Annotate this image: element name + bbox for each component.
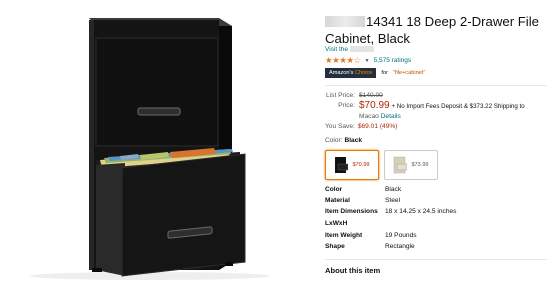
file-cabinet-image[interactable] [0, 0, 306, 283]
color-option-putty[interactable]: $73.99 [384, 150, 438, 180]
ratings-count-link[interactable]: 5,575 ratings [374, 57, 412, 64]
rating-row: ★★★★☆ ▼ 5,575 ratings [325, 55, 411, 66]
color-option-price: $70.99 [352, 162, 370, 168]
list-price-label: List Price: [326, 92, 355, 99]
shipping-place: Macao [359, 113, 379, 120]
spec-value: Steel [385, 197, 401, 205]
price-row: Price: $70.99 + No Import Fees Deposit & … [325, 101, 554, 112]
color-selected: Black [344, 137, 363, 144]
color-option-black[interactable]: $70.99 [325, 150, 379, 180]
color-selector-label: Color: Black [325, 137, 362, 144]
amazons-choice-row: Amazon's Choice for "file+cabinet" [325, 68, 425, 78]
color-option-price: $73.99 [411, 162, 429, 168]
divider [325, 85, 547, 86]
spec-row: Color Black [325, 184, 456, 195]
spec-value: Black [385, 186, 402, 193]
price-value: $70.99 [359, 100, 390, 111]
amazons-choice-badge: Amazon's Choice [325, 68, 377, 78]
spec-key: Color [325, 186, 343, 193]
badge-choice-text: Choice [354, 70, 373, 76]
redacted-brand [325, 16, 365, 27]
spec-key: Material [325, 197, 350, 205]
star-rating-icon[interactable]: ★★★★☆ [325, 55, 361, 66]
you-save-value: $69.01 (49%) [357, 123, 398, 130]
visit-prefix: Visit the [325, 46, 349, 53]
you-save-label: You Save: [325, 123, 355, 130]
spec-row: Shape Rectangle [325, 241, 456, 252]
choice-keyword-link[interactable]: "file+cabinet" [393, 70, 425, 76]
redacted-store [349, 46, 374, 52]
shipping-place-row: Macao Details [325, 112, 554, 122]
details-link[interactable]: Details [381, 113, 401, 120]
spec-value: 19 Pounds [385, 231, 417, 239]
black-cabinet-thumbnail-icon [335, 157, 349, 173]
spec-key: Shape [325, 243, 345, 251]
spec-row: Item Weight 19 Pounds [325, 230, 456, 241]
product-image-area[interactable] [0, 0, 306, 283]
spec-key: Item Dimensions LxWxH [325, 208, 378, 227]
price-block: List Price: $140.00 Price: $70.99 + No Imp… [325, 91, 554, 132]
spec-row: Item Dimensions LxWxH 18 x 14.25 x 24.5 i… [325, 206, 456, 228]
chevron-down-icon[interactable]: ▼ [365, 58, 370, 64]
badge-amazon-text: Amazon's [329, 70, 354, 76]
spec-value: 18 x 14.25 x 24.5 inches [385, 208, 457, 216]
color-label: Color: [325, 137, 343, 144]
spec-row: Material Steel [325, 195, 456, 206]
divider [325, 259, 547, 260]
product-title: 14341 18 Deep 2-Drawer File Cabinet, Bla… [325, 13, 554, 47]
spec-key: Item Weight [325, 231, 363, 239]
about-heading: About this item [325, 266, 381, 275]
product-info-panel: 14341 18 Deep 2-Drawer File Cabinet, Bla… [325, 0, 554, 283]
choice-for-text: for [381, 70, 388, 76]
you-save-row: You Save: $69.01 (49%) [325, 122, 554, 132]
visit-store-link[interactable]: Visit the [325, 46, 374, 53]
price-label: Price: [338, 102, 355, 109]
specs-table: Color Black Material Steel Item Dimensions… [325, 184, 456, 252]
spec-value: Rectangle [385, 243, 415, 251]
putty-cabinet-thumbnail-icon [394, 156, 408, 174]
shipping-text: + No Import Fees Deposit & $373.22 Shipp… [391, 103, 525, 110]
